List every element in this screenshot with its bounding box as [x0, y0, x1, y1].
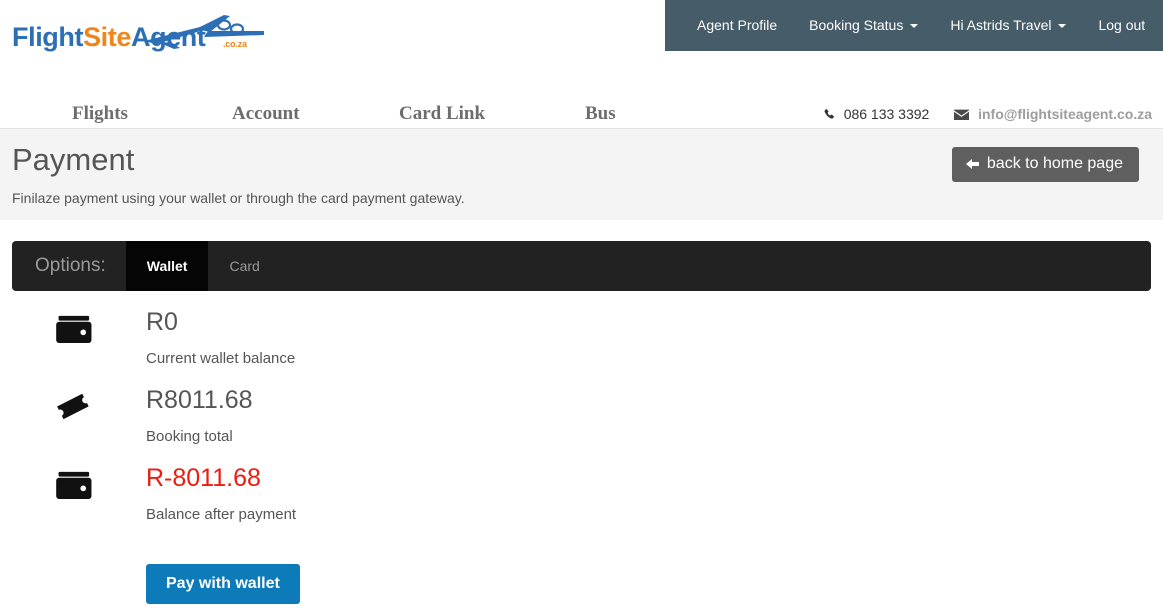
ticket-icon: [57, 393, 89, 420]
topnav-item-booking-status[interactable]: Booking Status: [793, 0, 934, 51]
tab-wallet[interactable]: Wallet: [125, 241, 209, 291]
back-button-label: back to home page: [986, 155, 1123, 172]
logo-text-site: Site: [83, 22, 131, 52]
wallet-summary: R0 Current wallet balance R8011.68 Booki…: [0, 305, 1163, 539]
back-to-home-page-button[interactable]: back to home page: [951, 147, 1139, 182]
envelope-icon: [954, 109, 970, 120]
chevron-down-icon: [910, 23, 919, 28]
pay-with-wallet-button[interactable]: Pay with wallet: [146, 564, 300, 604]
topnav-label-agent-profile: Agent Profile: [697, 17, 778, 33]
top-navigation: Agent Profile Booking Status Hi Astrids …: [665, 0, 1163, 51]
topnav-label-booking-status: Booking Status: [809, 17, 904, 33]
wallet-icon: [56, 471, 92, 499]
booking-total-amount: R8011.68: [146, 386, 253, 414]
site-logo[interactable]: FlightSiteAgent .co.za: [12, 13, 264, 55]
contact-phone-value: 086 133 3392: [843, 106, 930, 122]
balance-after-payment-amount: R-8011.68: [146, 464, 261, 492]
wallet-row-booking-total: R8011.68 Booking total: [0, 383, 1163, 461]
current-balance-label: Current wallet balance: [146, 350, 296, 367]
arrow-left-icon: [965, 158, 979, 170]
balance-after-payment-label: Balance after payment: [146, 506, 297, 523]
page-subtitle: Finilaze payment using your wallet or th…: [12, 190, 465, 206]
payment-options-bar: Options: Wallet Card: [12, 241, 1151, 291]
topnav-label-user-menu: Hi Astrids Travel: [950, 17, 1052, 33]
contact-phone[interactable]: 086 133 3392: [823, 106, 933, 122]
booking-total-label: Booking total: [146, 428, 233, 445]
top-bar: FlightSiteAgent .co.za Agent Profile Boo…: [0, 0, 1163, 52]
logo-tld: .co.za: [223, 39, 247, 49]
pay-with-wallet-label: Pay with wallet: [166, 575, 280, 592]
phone-icon: [824, 109, 834, 119]
wallet-row-current-balance: R0 Current wallet balance: [0, 305, 1163, 383]
topnav-item-user-menu[interactable]: Hi Astrids Travel: [934, 0, 1082, 51]
topnav-item-log-out[interactable]: Log out: [1082, 0, 1161, 51]
wallet-icon: [56, 315, 92, 343]
options-label: Options:: [35, 255, 106, 276]
page-header-band: Payment Finilaze payment using your wall…: [0, 128, 1163, 220]
contact-email[interactable]: info@flightsiteagent.co.za: [954, 106, 1152, 122]
tab-wallet-label: Wallet: [146, 258, 188, 274]
wallet-row-balance-after: R-8011.68 Balance after payment: [0, 461, 1163, 539]
contact-email-value: info@flightsiteagent.co.za: [978, 106, 1152, 122]
page-title: Payment: [12, 142, 135, 177]
topnav-label-log-out: Log out: [1098, 17, 1146, 33]
tab-card-label: Card: [229, 258, 260, 274]
topnav-item-agent-profile[interactable]: Agent Profile: [681, 0, 793, 51]
current-balance-amount: R0: [146, 308, 178, 336]
logo-text-flight: Flight: [12, 22, 84, 52]
chevron-down-icon: [1058, 23, 1067, 28]
tab-card[interactable]: Card: [208, 241, 280, 291]
